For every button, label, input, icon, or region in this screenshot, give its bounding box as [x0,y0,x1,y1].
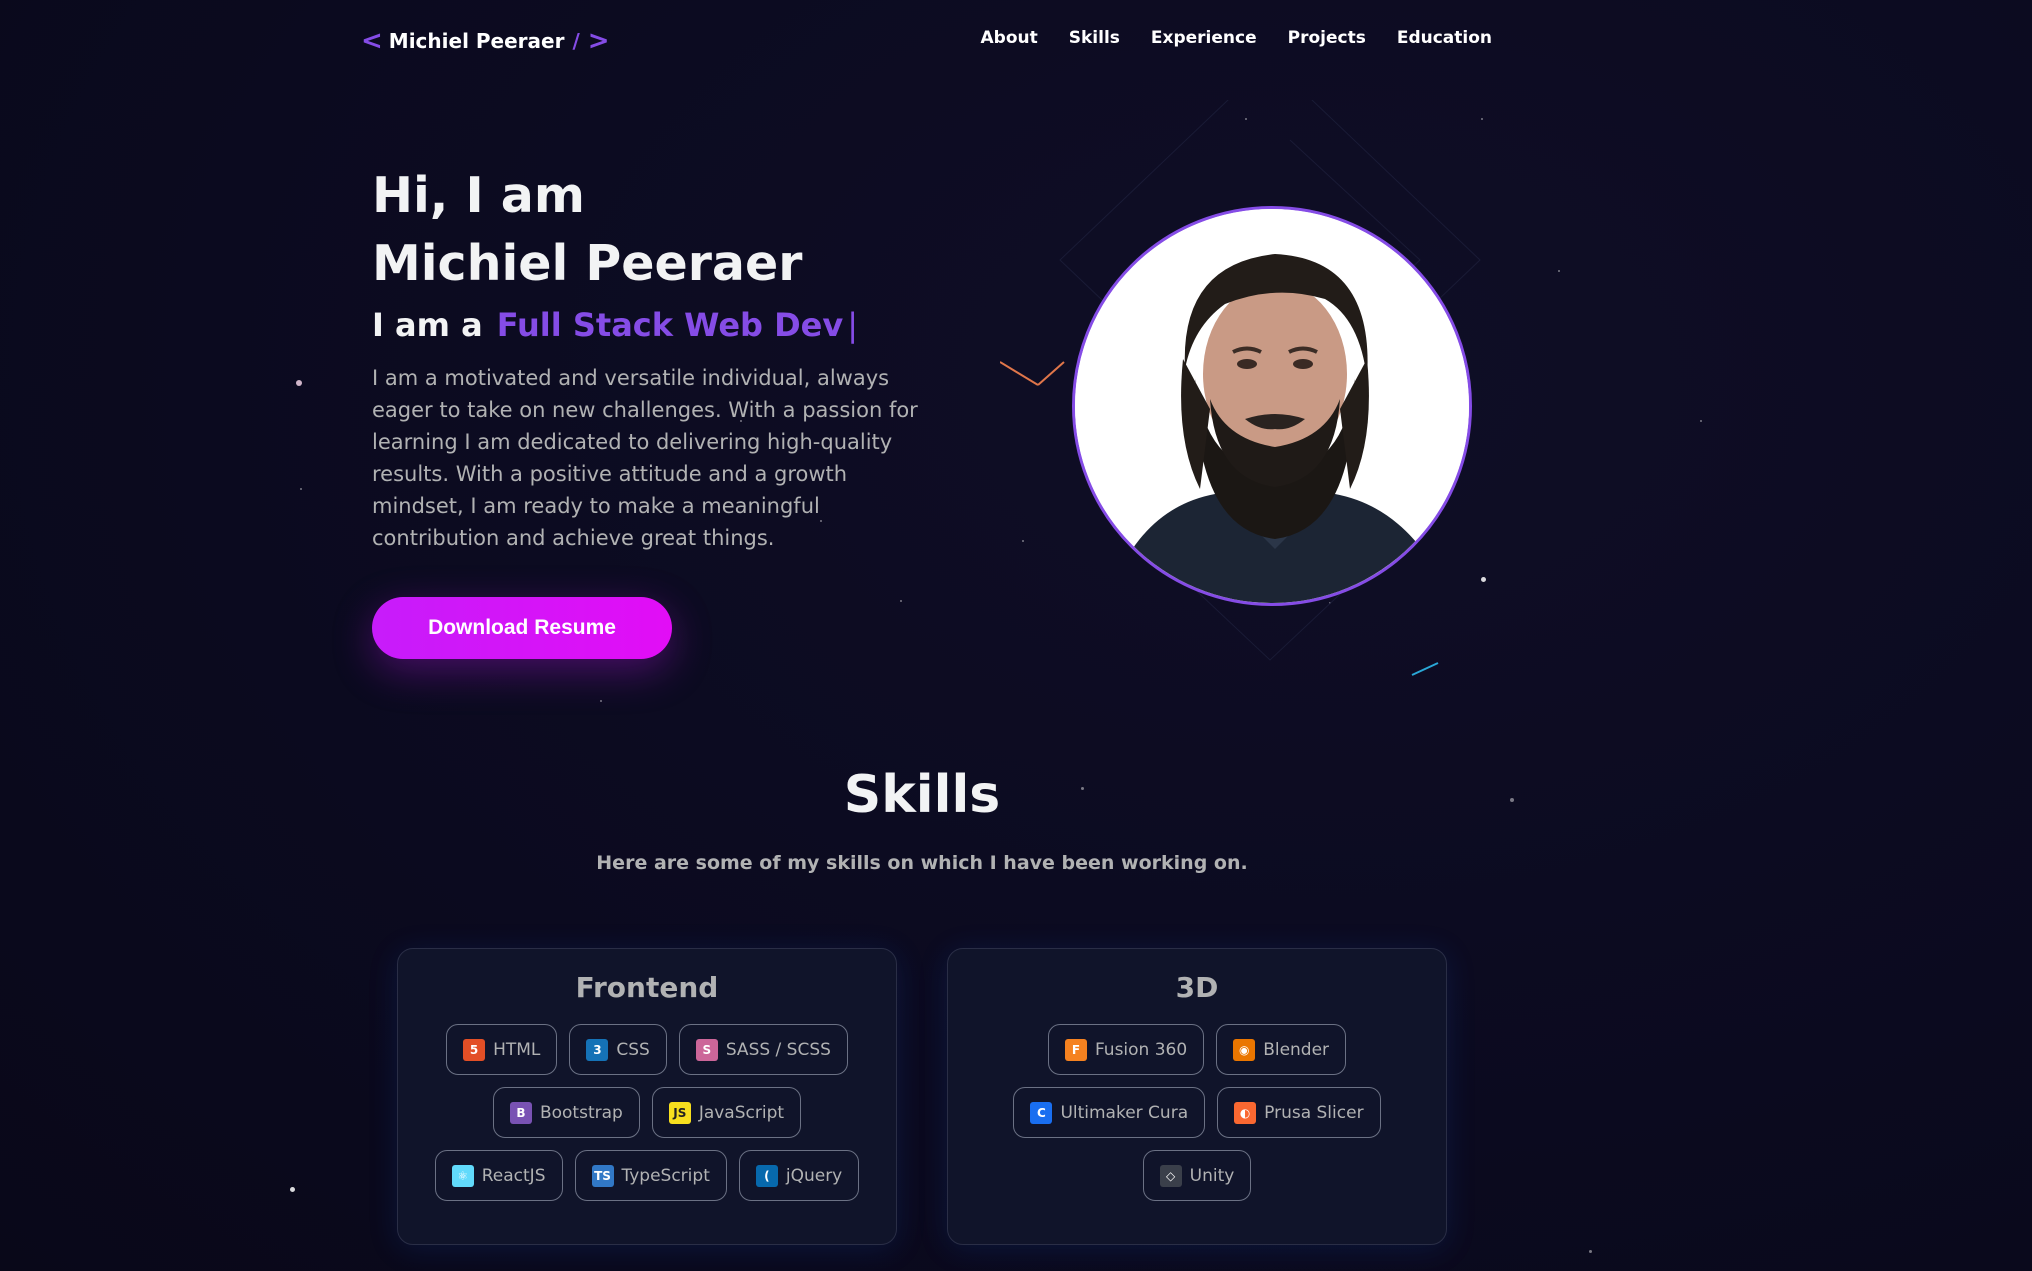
skill-chip[interactable]: 3 CSS [569,1024,667,1075]
hero-description: I am a motivated and versatile individua… [372,366,918,550]
skill-chip-label: CSS [616,1039,650,1060]
star-dot [1700,420,1702,422]
sass-icon: S [695,1038,718,1061]
skill-chip[interactable]: ( jQuery [738,1150,860,1201]
skill-chip-list: F Fusion 360 ◉ Blender C Ultimaker Cura ◐ Prusa… [948,1024,1446,1201]
skill-card-title: Frontend [575,971,719,1004]
nav-link-skills[interactable]: Skills [1069,28,1120,48]
logo-slash: / [572,29,580,53]
star-dot [296,380,302,386]
star-dot [1589,1250,1592,1253]
css3-icon: 3 [586,1038,609,1061]
skill-card-title: 3D [1175,971,1219,1004]
skill-chip[interactable]: 5 HTML [446,1024,558,1075]
react-icon: ⚛ [451,1164,474,1187]
skill-card-frontend: Frontend 5 HTML 3 CSS S SASS / SCSS B Bootstrap… [397,948,897,1245]
skill-chip-row: ◇ Unity [1142,1150,1252,1201]
skill-chip-row: ⚛ ReactJS TS TypeScript ( jQuery [434,1150,860,1201]
star-dot [290,1187,295,1192]
download-resume-button[interactable]: Download Resume [372,597,672,659]
skill-chip-label: Bootstrap [539,1102,623,1123]
javascript-icon: JS [668,1101,691,1124]
skill-chip[interactable]: B Bootstrap [492,1087,640,1138]
skill-chip[interactable]: F Fusion 360 [1047,1024,1205,1075]
prusa-slicer-icon: ◐ [1234,1101,1257,1124]
skill-chip[interactable]: ◉ Blender [1216,1024,1347,1075]
skill-chip-label: jQuery [785,1165,843,1186]
skill-chip-label: JavaScript [698,1102,785,1123]
skill-chip-row: B Bootstrap JS JavaScript [492,1087,802,1138]
skill-chip-label: ReactJS [481,1165,546,1186]
html5-icon: 5 [463,1038,486,1061]
skill-card-3d: 3D F Fusion 360 ◉ Blender C Ultimaker Cura ◐ Pr… [947,948,1447,1245]
skill-chip-row: 5 HTML 3 CSS S SASS / SCSS [446,1024,848,1075]
portfolio-page: < Michiel Peeraer / > About Skills Exper… [0,0,2032,1271]
star-dot [900,600,902,602]
typewriter-cursor: | [847,306,858,344]
skill-chip[interactable]: TS TypeScript [574,1150,727,1201]
hero-role-prefix: I am a [372,306,483,344]
logo-right-bracket: > [587,26,610,56]
profile-avatar [1072,206,1472,606]
hero-role: I am a Full Stack Web Dev | [372,306,858,344]
nav-link-projects[interactable]: Projects [1288,28,1366,48]
hero-greeting: Hi, I am [372,167,585,224]
skill-chip-label: Ultimaker Cura [1060,1102,1189,1123]
skill-chip-label: Unity [1189,1165,1235,1186]
ultimaker-cura-icon: C [1030,1101,1053,1124]
skill-chip[interactable]: JS JavaScript [651,1087,802,1138]
skill-chip-row: F Fusion 360 ◉ Blender [1047,1024,1347,1075]
nav-link-experience[interactable]: Experience [1151,28,1257,48]
skills-section-subtitle: Here are some of my skills on which I ha… [596,852,1248,874]
skill-chip[interactable]: ⚛ ReactJS [434,1150,563,1201]
profile-photo [1075,209,1469,603]
skill-chip[interactable]: ◇ Unity [1142,1150,1252,1201]
typescript-icon: TS [591,1164,614,1187]
hero-role-typewriter: Full Stack Web Dev [496,306,844,344]
blender-icon: ◉ [1233,1038,1256,1061]
star-dot [600,700,602,702]
nav-link-education[interactable]: Education [1397,28,1492,48]
skill-chip-list: 5 HTML 3 CSS S SASS / SCSS B Bootstrap JS JavaScr… [398,1024,896,1201]
skill-chip-row: C Ultimaker Cura ◐ Prusa Slicer [1013,1087,1381,1138]
logo-left-bracket: < [361,26,383,56]
nav-link-about[interactable]: About [981,28,1038,48]
hero-name: Michiel Peeraer [372,235,803,292]
skill-chip-label: TypeScript [621,1165,710,1186]
skill-chip-label: Fusion 360 [1094,1039,1188,1060]
unity-icon: ◇ [1159,1164,1182,1187]
skill-chip[interactable]: C Ultimaker Cura [1013,1087,1206,1138]
skill-chip-label: HTML [493,1039,541,1060]
skill-chip[interactable]: ◐ Prusa Slicer [1217,1087,1381,1138]
bootstrap-icon: B [509,1101,532,1124]
jquery-icon: ( [755,1164,778,1187]
top-navbar: < Michiel Peeraer / > About Skills Exper… [0,0,2032,80]
skill-chip[interactable]: S SASS / SCSS [678,1024,848,1075]
logo-name: Michiel Peeraer [388,29,565,53]
skill-chip-label: Prusa Slicer [1264,1102,1364,1123]
skill-chip-label: Blender [1263,1039,1330,1060]
hero-title: Hi, I am Michiel Peeraer [372,162,802,298]
fusion360-icon: F [1064,1038,1087,1061]
skill-chip-label: SASS / SCSS [725,1039,831,1060]
logo[interactable]: < Michiel Peeraer / > [355,26,616,56]
star-dot [300,488,302,490]
skills-section-title: Skills [843,765,1001,825]
nav-links: About Skills Experience Projects Educati… [981,28,1493,48]
